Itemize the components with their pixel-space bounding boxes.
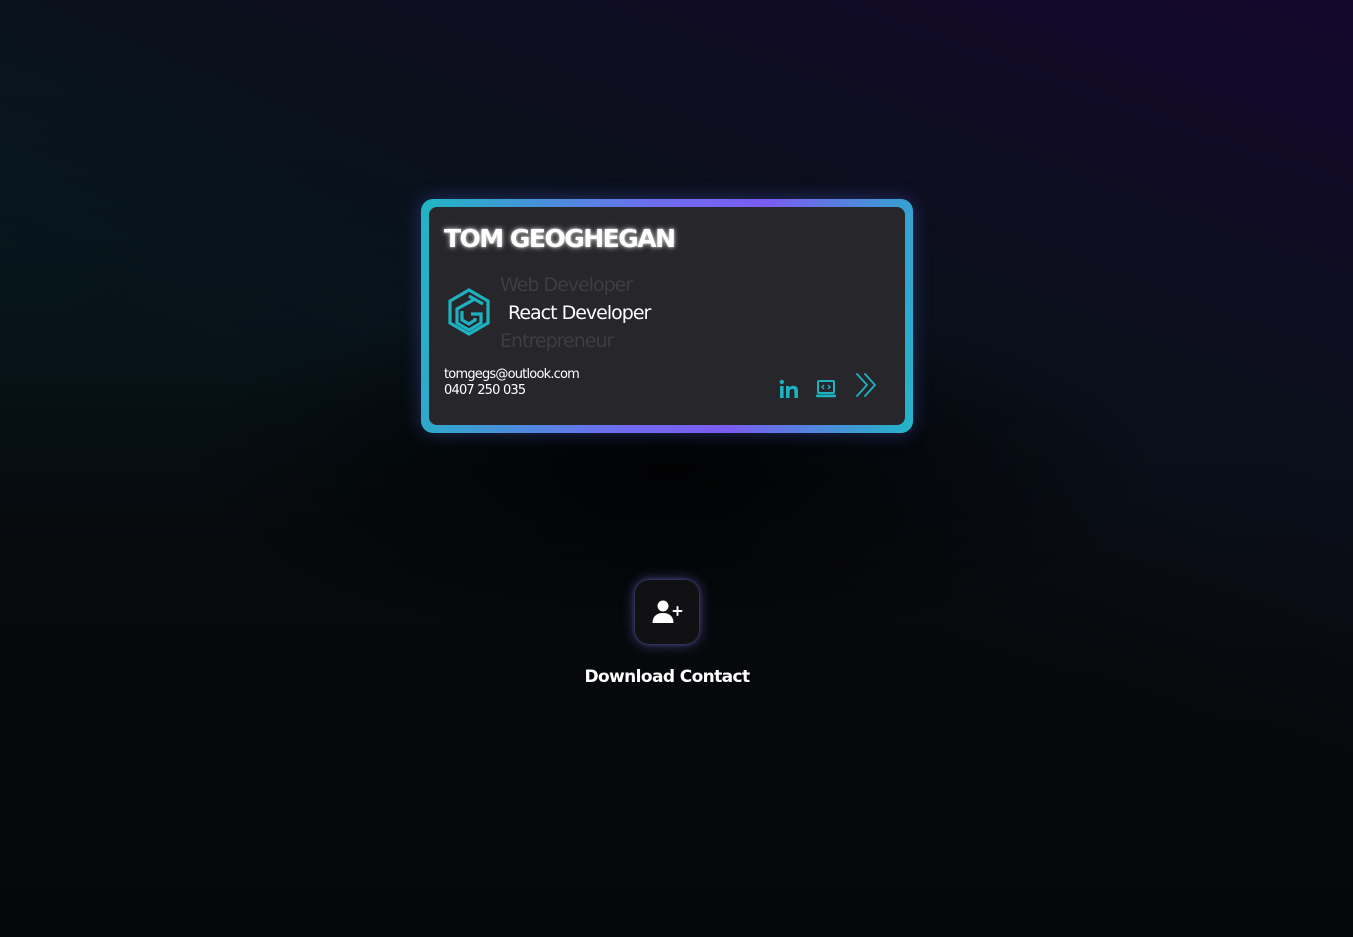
linkedin-icon	[779, 379, 798, 398]
email-link[interactable]: tomgegs@outlook.com	[444, 367, 580, 383]
double-chevron-right-icon	[856, 373, 876, 397]
card-name: TOM GEOGHEGAN	[444, 224, 676, 253]
role-carousel: Web Developer React Developer Entreprene…	[500, 271, 800, 355]
laptop-code-icon	[816, 380, 836, 398]
role-next: Entrepreneur	[500, 330, 614, 352]
download-contact-button[interactable]	[635, 580, 699, 644]
card-next-button[interactable]	[854, 371, 878, 399]
role-previous: Web Developer	[500, 274, 633, 296]
phone-link[interactable]: 0407 250 035	[444, 383, 579, 399]
role-current: React Developer	[508, 302, 651, 324]
business-card: TOM GEOGHEGAN Web Developer React Develo…	[421, 199, 913, 433]
download-contact-label: Download Contact	[584, 667, 750, 687]
portfolio-link[interactable]	[815, 375, 837, 403]
business-card-body: TOM GEOGHEGAN Web Developer React Develo…	[429, 207, 905, 425]
linkedin-link[interactable]	[779, 375, 799, 403]
page-background	[0, 0, 1353, 937]
contact-details: tomgegs@outlook.com 0407 250 035	[444, 367, 580, 399]
user-plus-icon	[652, 600, 683, 623]
brand-logo-icon	[445, 287, 493, 337]
